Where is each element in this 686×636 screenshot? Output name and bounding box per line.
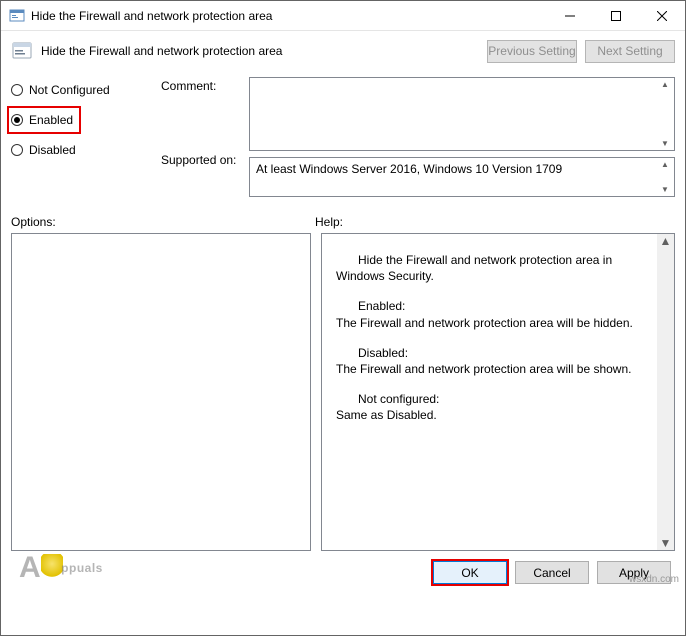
highlight-enabled: Enabled <box>7 106 81 134</box>
supported-on-label: Supported on: <box>161 151 241 167</box>
radio-label: Enabled <box>29 113 73 127</box>
maximize-button[interactable] <box>593 1 639 30</box>
help-pane: Hide the Firewall and network protection… <box>321 233 675 551</box>
options-label: Options: <box>11 215 315 229</box>
radio-label: Disabled <box>29 143 76 157</box>
window-controls <box>547 1 685 30</box>
policy-name: Hide the Firewall and network protection… <box>41 44 479 58</box>
options-pane <box>11 233 311 551</box>
titlebar: Hide the Firewall and network protection… <box>1 1 685 31</box>
help-text: Hide the Firewall and network protection… <box>336 252 654 284</box>
scroll-up-icon: ▲ <box>658 160 672 169</box>
scroll-down-icon: ▼ <box>658 139 672 148</box>
radio-icon <box>11 114 23 126</box>
dialog-buttons: OK Cancel Apply <box>1 551 685 594</box>
window-title: Hide the Firewall and network protection… <box>31 9 547 23</box>
policy-header: Hide the Firewall and network protection… <box>1 31 685 71</box>
help-label: Help: <box>315 215 343 229</box>
state-radio-group: Not Configured Enabled Disabled <box>11 77 151 197</box>
minimize-button[interactable] <box>547 1 593 30</box>
help-text: Disabled:The Firewall and network protec… <box>336 345 654 377</box>
highlight-ok: OK <box>431 559 509 586</box>
policy-icon <box>11 40 33 62</box>
comment-label: Comment: <box>161 77 241 93</box>
radio-icon <box>11 84 23 96</box>
radio-not-configured[interactable]: Not Configured <box>11 81 151 99</box>
close-button[interactable] <box>639 1 685 30</box>
help-text: Enabled:The Firewall and network protect… <box>336 298 654 330</box>
radio-label: Not Configured <box>29 83 110 97</box>
scroll-down-icon: ▼ <box>658 185 672 194</box>
radio-enabled[interactable]: Enabled <box>11 111 73 129</box>
supported-on-value: At least Windows Server 2016, Windows 10… <box>249 157 675 197</box>
scroll-down-icon: ▼ <box>660 536 672 550</box>
help-scrollbar[interactable]: ▲▼ <box>657 234 674 550</box>
ok-button[interactable]: OK <box>433 561 507 584</box>
comment-input[interactable]: ▲ ▼ <box>249 77 675 151</box>
scroll-up-icon: ▲ <box>660 234 672 248</box>
scroll-up-icon: ▲ <box>658 80 672 89</box>
cancel-button[interactable]: Cancel <box>515 561 589 584</box>
radio-disabled[interactable]: Disabled <box>11 141 151 159</box>
apply-button[interactable]: Apply <box>597 561 671 584</box>
app-icon <box>9 8 25 24</box>
radio-icon <box>11 144 23 156</box>
help-text: Not configured:Same as Disabled. <box>336 391 654 423</box>
supported-on-text: At least Windows Server 2016, Windows 10… <box>256 162 562 176</box>
previous-setting-button[interactable]: Previous Setting <box>487 40 577 63</box>
next-setting-button[interactable]: Next Setting <box>585 40 675 63</box>
